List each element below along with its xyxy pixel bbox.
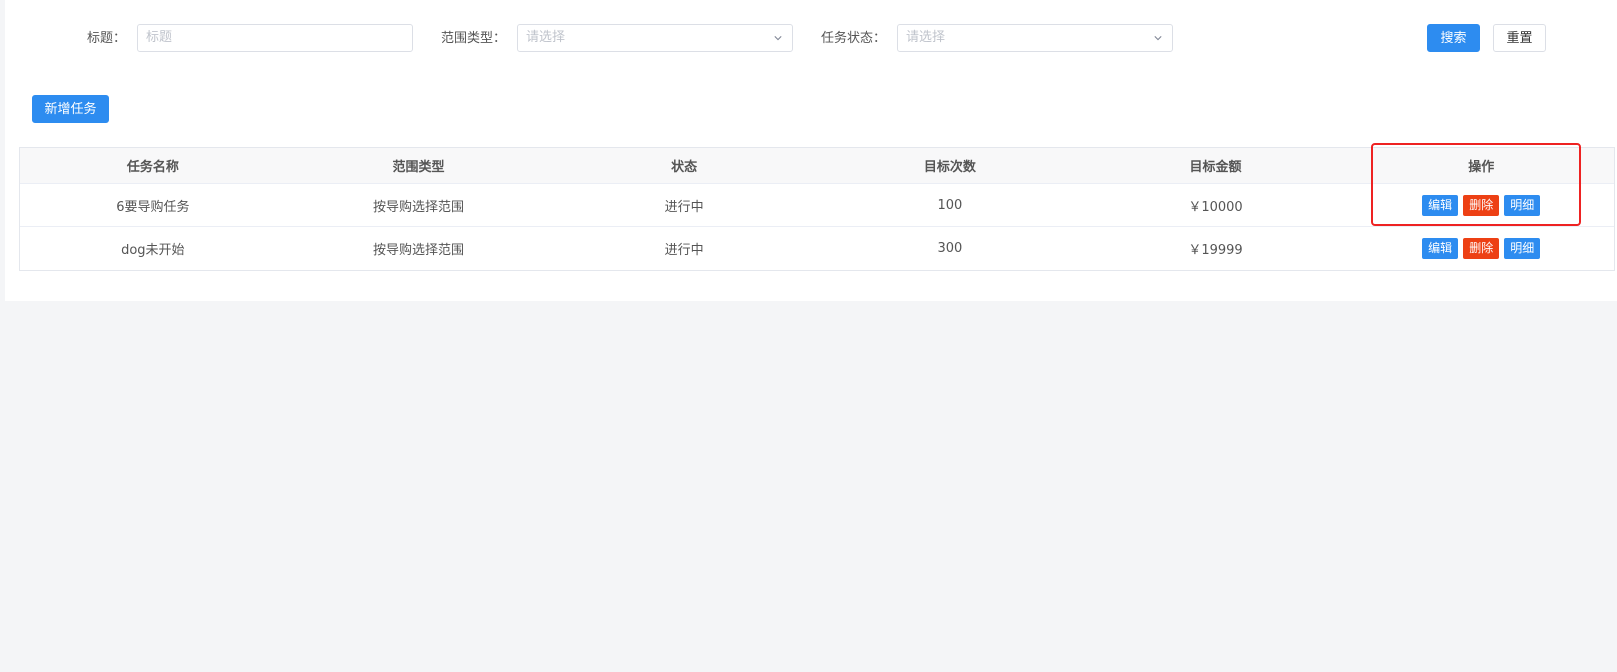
column-header: 状态 (671, 160, 698, 175)
delete-button[interactable]: 删除 (1463, 194, 1500, 216)
column-header: 目标金额 (1189, 160, 1242, 175)
actions-cell: 编辑 删除 明细 (1348, 238, 1614, 259)
add-task-button[interactable]: 新增任务 (32, 95, 109, 123)
status-filter-label: 任务状态： (821, 31, 887, 46)
status-cell: 进行中 (664, 199, 704, 215)
status-select-placeholder: 请选择 (906, 30, 946, 45)
reset-button[interactable]: 重置 (1493, 24, 1546, 52)
column-header: 操作 (1468, 160, 1495, 175)
column-header: 范围类型 (392, 160, 445, 175)
scope-filter-label: 范围类型： (441, 31, 507, 46)
scope-select[interactable]: 请选择 (517, 24, 793, 52)
task-name-cell: 6要导购任务 (116, 199, 190, 215)
status-cell: 进行中 (664, 243, 704, 258)
detail-button[interactable]: 明细 (1504, 238, 1541, 259)
target-count-cell: 100 (937, 197, 963, 213)
actions-cell: 编辑 删除 明细 (1348, 194, 1614, 216)
search-button[interactable]: 搜索 (1427, 24, 1480, 52)
status-select[interactable]: 请选择 (897, 24, 1173, 52)
chevron-down-icon (1154, 36, 1162, 41)
edit-button[interactable]: 编辑 (1422, 238, 1459, 259)
column-header: 任务名称 (126, 160, 179, 175)
target-count-cell: 300 (937, 241, 963, 256)
task-name-cell: dog未开始 (121, 243, 185, 258)
title-input-wrapper (137, 24, 413, 52)
scope-select-placeholder: 请选择 (526, 30, 566, 45)
title-input[interactable] (146, 30, 412, 45)
column-header: 目标次数 (923, 160, 976, 175)
title-filter-label: 标题： (87, 31, 127, 46)
scope-cell: 按导购选择范围 (373, 199, 465, 215)
target-amount-cell: ￥19999 (1188, 243, 1243, 258)
detail-button[interactable]: 明细 (1504, 194, 1541, 216)
table-row: 6要导购任务 按导购选择范围 进行中 100 ￥10000 编辑 删除 明细 (20, 184, 1614, 227)
task-table: 任务名称 范围类型 状态 目标次数 目标金额 操作 6要导购任务 按导购选择范围… (19, 147, 1615, 271)
edit-button[interactable]: 编辑 (1422, 194, 1459, 216)
scope-cell: 按导购选择范围 (373, 243, 465, 258)
delete-button[interactable]: 删除 (1463, 238, 1500, 259)
chevron-down-icon (774, 36, 782, 41)
table-header: 任务名称 范围类型 状态 目标次数 目标金额 操作 (20, 148, 1614, 184)
table-row: dog未开始 按导购选择范围 进行中 300 ￥19999 编辑 删除 明细 (20, 227, 1614, 270)
target-amount-cell: ￥10000 (1188, 199, 1243, 215)
